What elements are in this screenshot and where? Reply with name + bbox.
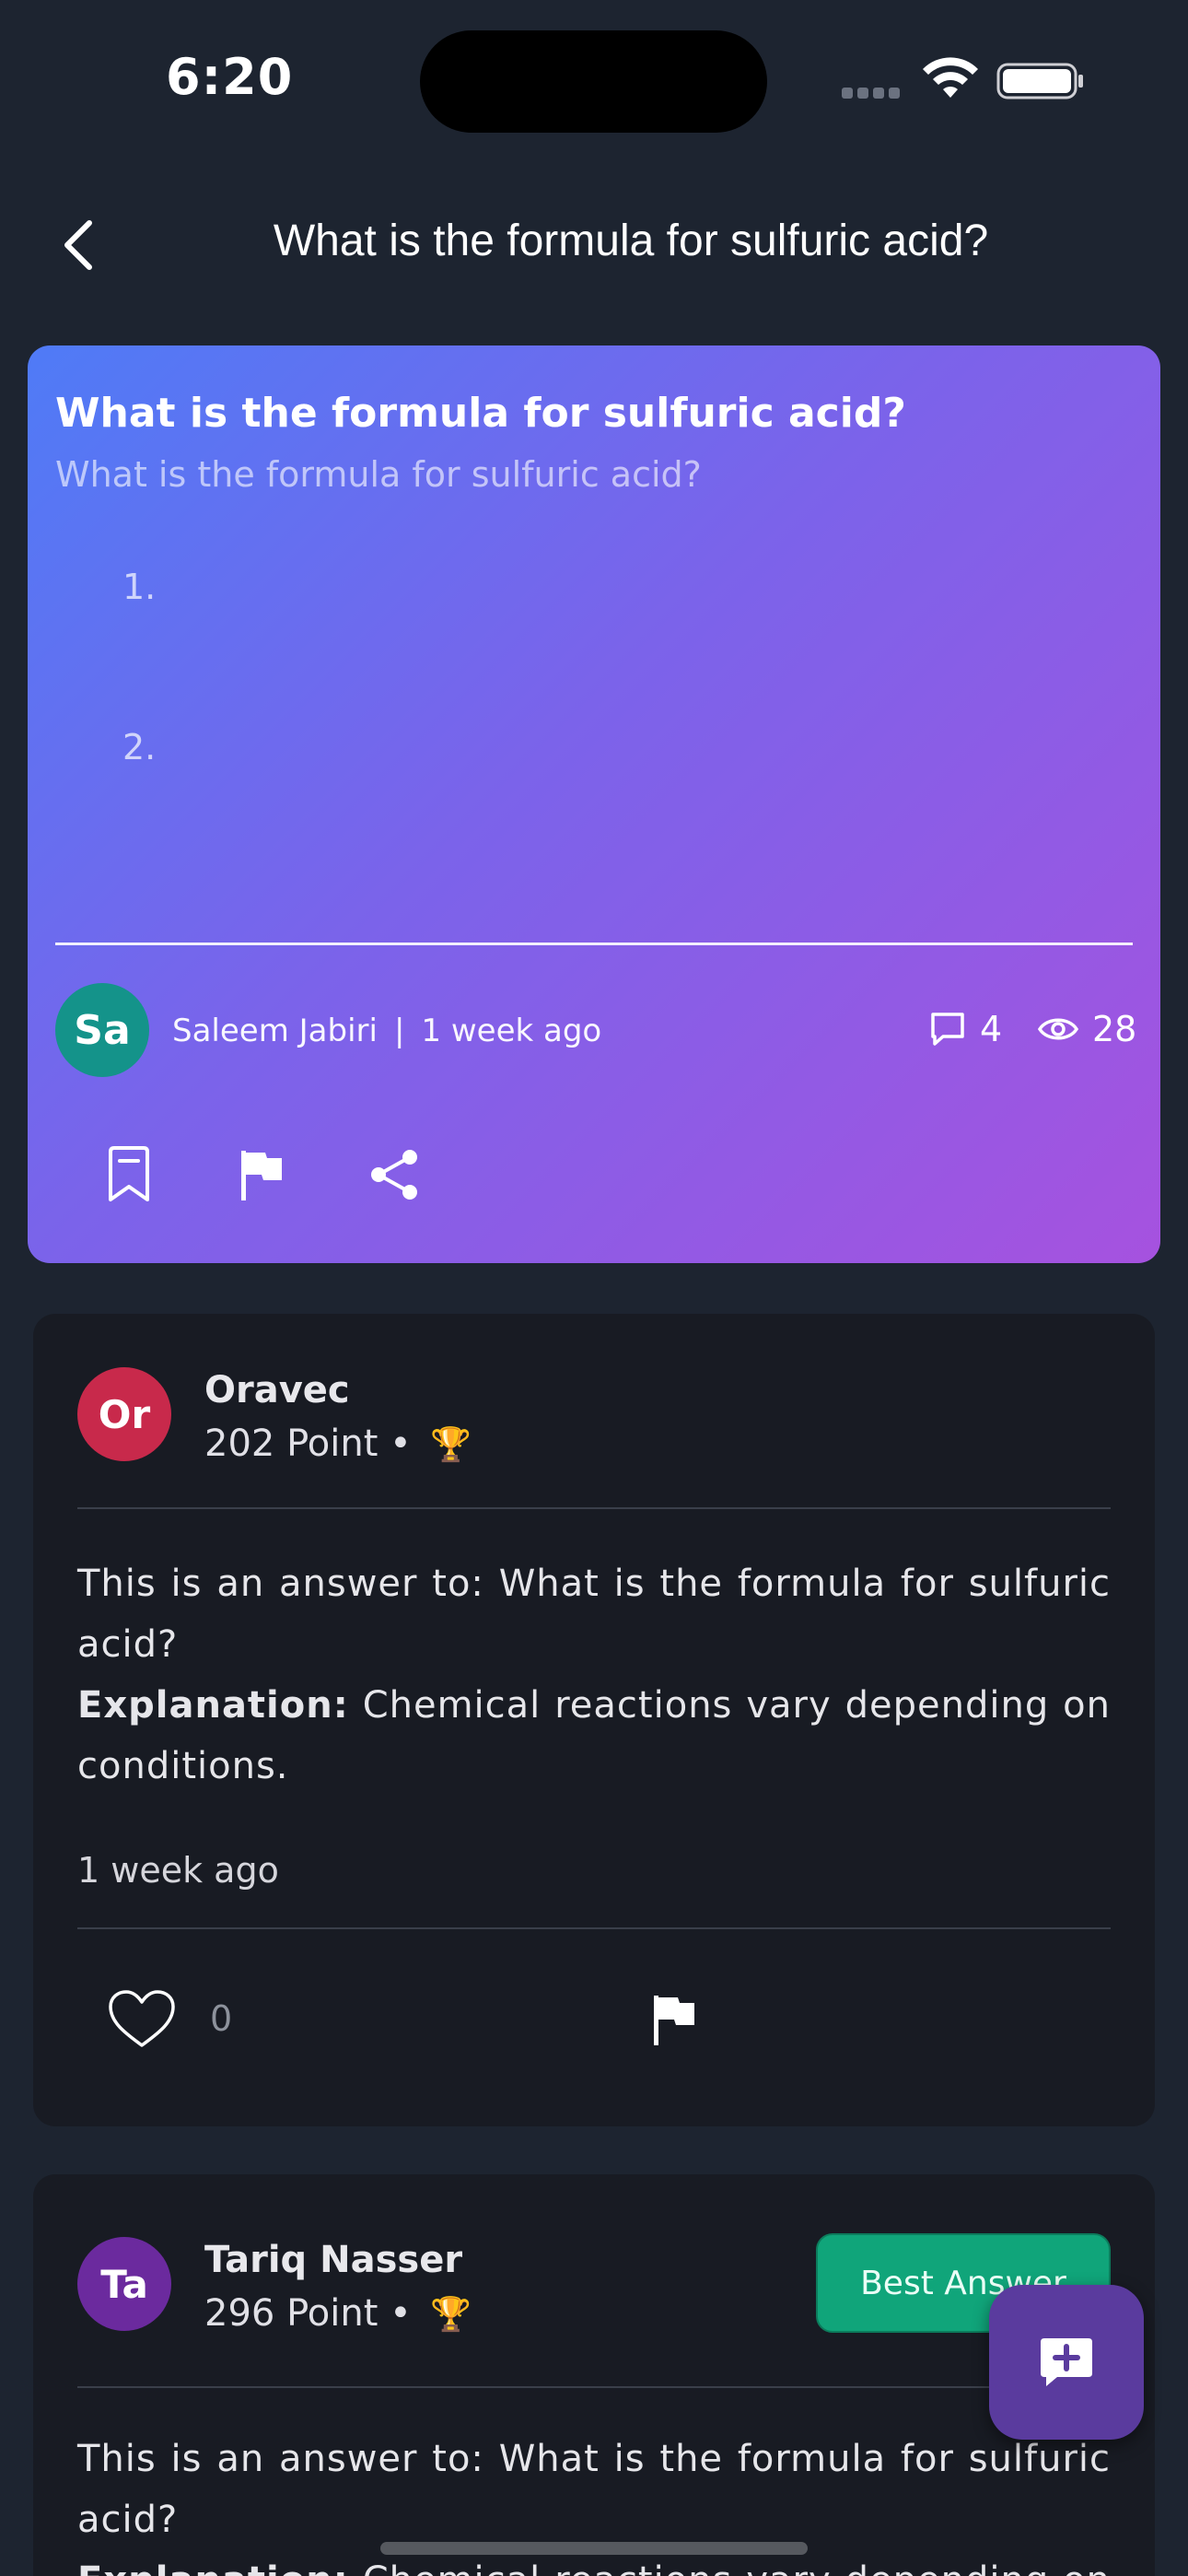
points-text: 202 Point • — [204, 1423, 412, 1465]
add-comment-icon — [1041, 2338, 1092, 2386]
answer-author-points: 296 Point • 🏆 — [204, 2292, 472, 2335]
answer-body: This is an answer to: What is the formul… — [77, 1563, 1111, 1666]
comment-icon — [931, 1013, 964, 1046]
answer-card: Ta Tariq Nasser 296 Point • 🏆 Best Answe… — [33, 2174, 1155, 2576]
answer-author-avatar[interactable]: Ta — [77, 2237, 171, 2331]
bookmark-icon — [109, 1146, 149, 1201]
app-header: What is the formula for sulfuric acid? — [0, 184, 1188, 304]
heart-icon — [109, 1990, 175, 2047]
page-title: What is the formula for sulfuric acid? — [273, 217, 989, 265]
view-count: 28 — [1092, 1009, 1137, 1049]
answer-text: This is an answer to: What is the formul… — [77, 1553, 1111, 1797]
home-indicator — [380, 2542, 808, 2555]
points-text: 296 Point • — [204, 2292, 412, 2335]
author-avatar[interactable]: Sa — [55, 983, 149, 1077]
answer-divider — [77, 1507, 1111, 1509]
question-body: What is the formula for sulfuric acid? — [55, 454, 702, 495]
comment-count: 4 — [980, 1009, 1003, 1049]
answer-divider — [77, 2386, 1111, 2388]
cellular-signal-icon — [842, 85, 906, 99]
flag-icon — [654, 1996, 694, 2045]
answer-body: This is an answer to: What is the formul… — [77, 2438, 1111, 2541]
answer-divider — [77, 1927, 1111, 1929]
question-list-item: 1. — [122, 567, 157, 607]
dynamic-island — [420, 30, 767, 133]
trophy-icon: 🏆 — [430, 1426, 472, 1464]
add-answer-button[interactable] — [989, 2285, 1144, 2440]
answer-time: 1 week ago — [77, 1850, 279, 1891]
status-bar: 6:20 — [0, 0, 1188, 157]
wifi-icon — [923, 57, 978, 98]
report-question-button[interactable] — [225, 1138, 298, 1212]
question-time: 1 week ago — [421, 1013, 602, 1049]
like-button[interactable]: 0 — [107, 1988, 232, 2049]
answer-author-name[interactable]: Tariq Nasser — [204, 2239, 462, 2281]
comment-count-stat[interactable]: 4 — [928, 1009, 1002, 1049]
answer-author-points: 202 Point • 🏆 — [204, 1423, 472, 1465]
flag-icon — [241, 1151, 282, 1200]
answer-author-name[interactable]: Oravec — [204, 1369, 350, 1411]
question-divider — [55, 943, 1133, 945]
status-time: 6:20 — [166, 48, 294, 106]
view-count-stat: 28 — [1037, 1009, 1136, 1049]
battery-icon — [996, 63, 1083, 100]
share-button[interactable] — [357, 1138, 431, 1212]
eye-icon — [1037, 1018, 1079, 1040]
explanation-label: Explanation: — [77, 2559, 349, 2576]
explanation-label: Explanation: — [77, 1684, 349, 1727]
question-actions — [92, 1138, 490, 1212]
answer-card: Or Oravec 202 Point • 🏆 This is an answe… — [33, 1314, 1155, 2126]
question-title: What is the formula for sulfuric acid? — [55, 390, 906, 437]
question-card: What is the formula for sulfuric acid? W… — [28, 345, 1160, 1263]
author-name[interactable]: Saleem Jabiri — [172, 1013, 378, 1049]
report-answer-button[interactable] — [650, 1992, 698, 2051]
like-count: 0 — [210, 1998, 233, 2039]
meta-separator: | — [393, 1013, 405, 1049]
trophy-icon: 🏆 — [430, 2296, 472, 2334]
share-icon — [371, 1150, 417, 1200]
answer-author-avatar[interactable]: Or — [77, 1367, 171, 1461]
bookmark-button[interactable] — [92, 1138, 166, 1212]
question-list-item: 2. — [122, 727, 157, 767]
author-meta: Saleem Jabiri | 1 week ago — [172, 1013, 601, 1049]
